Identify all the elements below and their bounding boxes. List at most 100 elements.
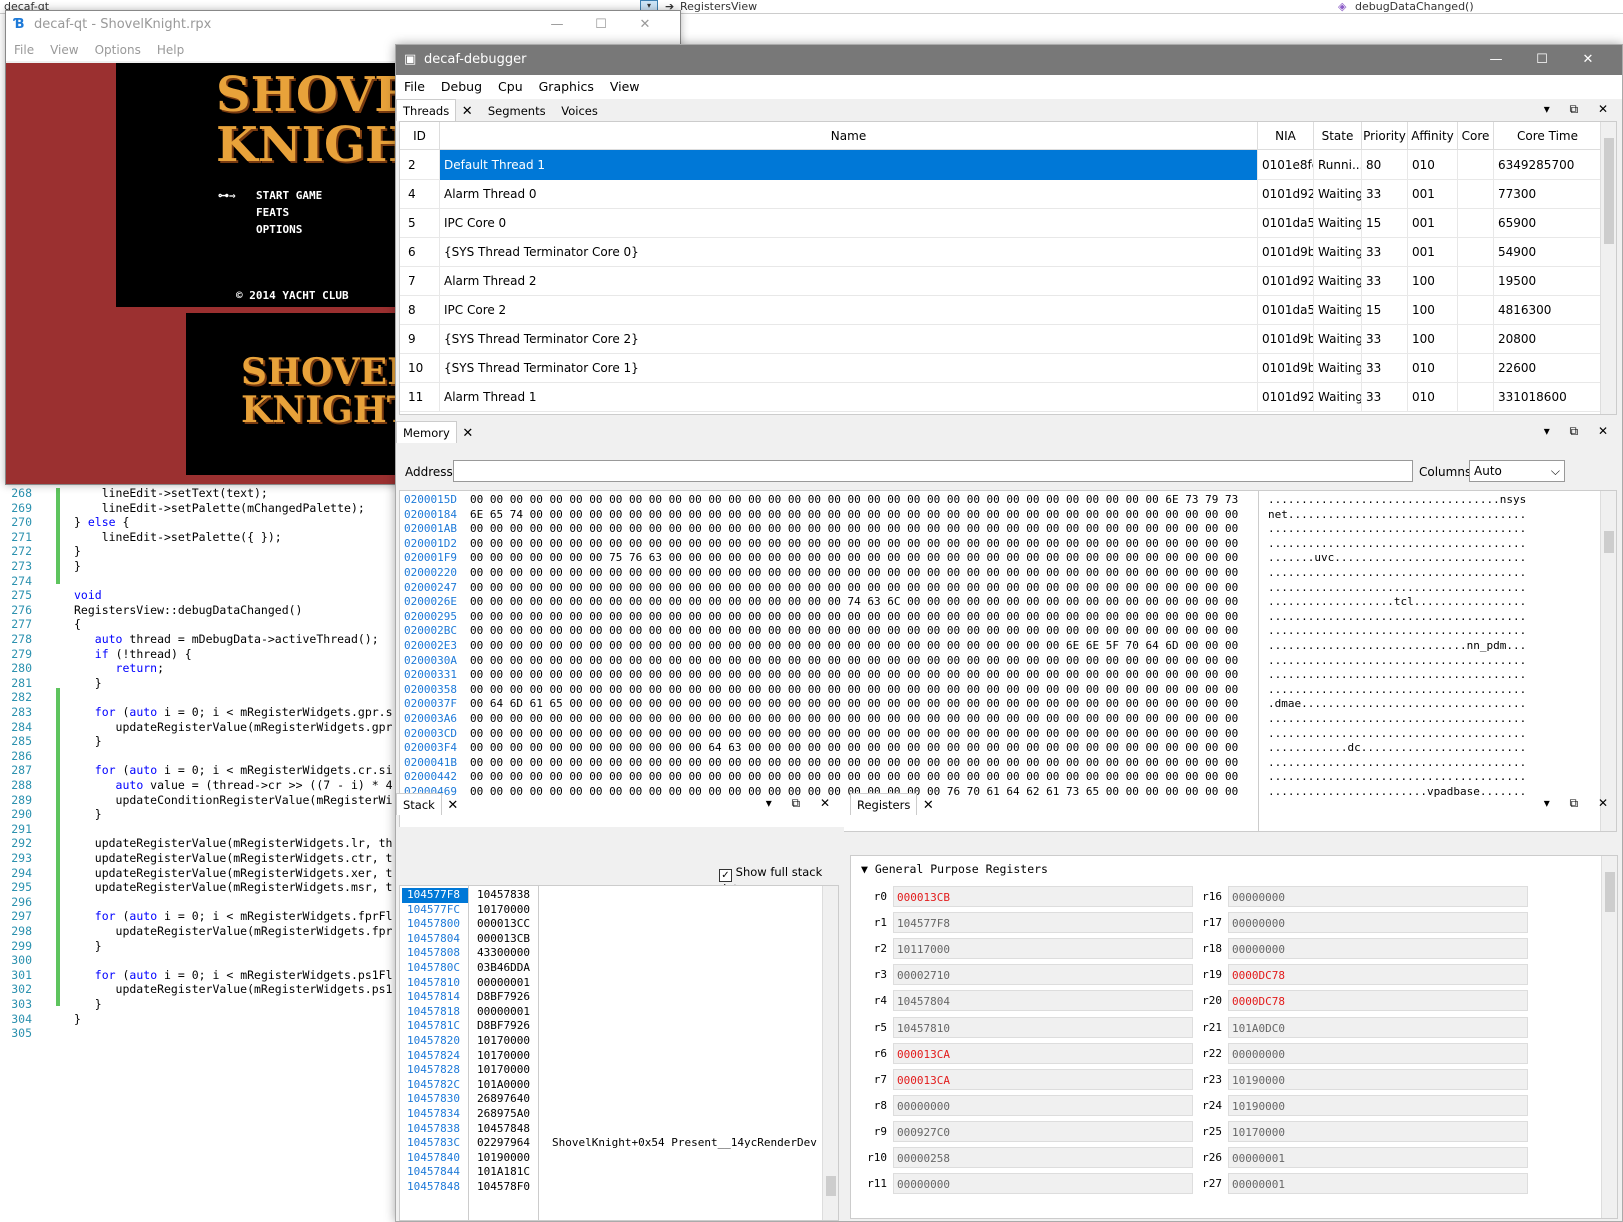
memory-row[interactable]: 02000184 6E 65 74 00 00 00 00 00 00 00 00… [400,508,1600,523]
code-line[interactable]: 298 updateRegisterValue(mRegisterWidgets… [0,924,400,939]
thread-row[interactable]: 6{SYS Thread Terminator Core 0}0101d9bcW… [400,237,1602,267]
code-line[interactable]: 303 } [0,997,400,1012]
code-line[interactable]: 297 for (auto i = 0; i < mRegisterWidget… [0,909,400,924]
memory-scrollbar[interactable] [1600,491,1616,831]
memory-row[interactable]: 02000295 00 00 00 00 00 00 00 00 00 00 00… [400,610,1600,625]
scroll-thumb[interactable] [826,1176,836,1196]
column-header[interactable]: Priority [1362,122,1408,150]
scroll-thumb[interactable] [1604,531,1614,553]
code-line[interactable]: 277 { [0,617,400,632]
stack-row[interactable]: 10457808 43300000 [400,946,820,961]
tab-memory[interactable]: Memory [396,421,457,443]
register-value-field[interactable]: 000013CB [893,886,1193,907]
memory-row[interactable]: 02000220 00 00 00 00 00 00 00 00 00 00 00… [400,566,1600,581]
code-line[interactable]: 286 [0,749,400,764]
code-editor[interactable]: 268 lineEdit->setText(text); 269 lineEdit… [0,486,400,1222]
code-line[interactable]: 282 [0,690,400,705]
stack-row[interactable]: 10457820 10170000 [400,1034,820,1049]
code-line[interactable]: 302 updateRegisterValue(mRegisterWidgets… [0,982,400,997]
memory-row[interactable]: 020001AB 00 00 00 00 00 00 00 00 00 00 00… [400,522,1600,537]
register-value-field[interactable]: 00000000 [893,1173,1193,1195]
register-value-field[interactable]: 00000258 [893,1147,1193,1168]
minimize-icon[interactable]: — [542,11,572,39]
code-line[interactable]: 293 updateRegisterValue(mRegisterWidgets… [0,851,400,866]
code-line[interactable]: 270} else { [0,515,400,530]
gpr-group-header[interactable]: ▼ General Purpose Registers [861,862,1048,876]
code-line[interactable]: 299 } [0,939,400,954]
menu-graphics[interactable]: Graphics [531,75,602,98]
stack-row[interactable]: 10457828 10170000 [400,1063,820,1078]
dock-buttons[interactable]: ▾ ⧉ ✕ [1544,424,1616,439]
stack-row[interactable]: 1045781C D8BF7926 [400,1019,820,1034]
memory-row[interactable]: 020002BC 00 00 00 00 00 00 00 00 00 00 00… [400,624,1600,639]
code-line[interactable]: 276 RegistersView::debugDataChanged() [0,603,400,618]
close-icon[interactable]: ✕ [630,11,660,39]
memory-row[interactable]: 020003F4 00 00 00 00 00 00 00 00 00 00 00… [400,741,1600,756]
threads-table[interactable]: ID Name NIA State Priority Affinity Core Core T… [399,121,1617,415]
memory-row[interactable]: 020003CD 00 00 00 00 00 00 00 00 00 00 00… [400,727,1600,742]
stack-row[interactable]: 10457834 268975A0 [400,1107,820,1122]
memory-view[interactable]: 02000469 00 00 00 00 00 00 00 00 00 00 00… [399,490,1617,832]
code-line[interactable]: 274 [0,574,400,589]
tab-registers[interactable]: Registers [850,793,918,815]
code-line[interactable]: 289 updateConditionRegisterValue(mRegist… [0,793,400,808]
registers-scrollbar[interactable] [1601,856,1617,1218]
menu-file[interactable]: File [6,39,42,61]
dock-buttons[interactable]: ▾ ⧉ ✕ [766,796,838,811]
memory-row[interactable]: 020001D2 00 00 00 00 00 00 00 00 00 00 00… [400,537,1600,552]
stack-scrollbar[interactable] [822,886,838,1220]
dock-buttons[interactable]: ▾ ⧉ ✕ [1544,796,1616,811]
menu-view[interactable]: View [602,75,648,98]
tab-voices[interactable]: Voices [555,100,604,122]
address-input[interactable] [453,460,1413,482]
code-line[interactable]: 271 lineEdit->setPalette({ }); [0,530,400,545]
memory-row[interactable]: 02000331 00 00 00 00 00 00 00 00 00 00 00… [400,668,1600,683]
memory-row[interactable]: 020001F9 00 00 00 00 00 00 00 75 76 63 00… [400,551,1600,566]
stack-row[interactable]: 10457838 10457848 [400,1122,820,1137]
register-value-field[interactable]: 000013CA [893,1042,1193,1064]
scroll-thumb[interactable] [1604,138,1614,244]
register-value-field[interactable]: 0000DC78 [1228,964,1528,986]
register-value-field[interactable]: 10457804 [893,990,1193,1012]
thread-row[interactable]: 9{SYS Thread Terminator Core 2}0101d9bcW… [400,324,1602,354]
memory-row[interactable]: 020003A6 00 00 00 00 00 00 00 00 00 00 00… [400,712,1600,727]
code-line[interactable]: 268 lineEdit->setText(text); [0,486,400,501]
stack-view[interactable]: 104577F8 10457838 104577FC 10170000 10457800… [399,885,839,1221]
register-value-field[interactable]: 00000000 [1228,938,1528,960]
code-line[interactable]: 292 updateRegisterValue(mRegisterWidgets… [0,836,400,851]
minimize-icon[interactable]: — [1476,45,1516,75]
stack-row[interactable]: 10457848 104578F0 [400,1180,820,1195]
register-value-field[interactable]: 000927C0 [893,1120,1193,1142]
menu-cpu[interactable]: Cpu [490,75,531,98]
code-line[interactable]: 288 auto value = (thread->cr >> ((7 - i)… [0,778,400,793]
memory-row[interactable]: 0200015D 00 00 00 00 00 00 00 00 00 00 00… [400,493,1600,508]
code-line[interactable]: 272} [0,544,400,559]
register-value-field[interactable]: 10170000 [1228,1120,1528,1142]
register-value-field[interactable]: 10117000 [893,938,1193,960]
memory-row[interactable]: 02000442 00 00 00 00 00 00 00 00 00 00 00… [400,770,1600,785]
stack-row[interactable]: 10457824 10170000 [400,1049,820,1064]
register-value-field[interactable]: 00002710 [893,964,1193,986]
register-value-field[interactable]: 00000001 [1228,1173,1528,1195]
register-value-field[interactable]: 10457810 [893,1016,1193,1038]
thread-row[interactable]: 4Alarm Thread 00101d92cWaiting33001 77300 [400,179,1602,209]
column-header[interactable]: ID [400,122,440,150]
tab-threads[interactable]: Threads [396,99,457,121]
register-value-field[interactable]: 0000DC78 [1228,990,1528,1012]
code-line[interactable]: 291 [0,822,400,837]
stack-row[interactable]: 1045782C 101A0000 [400,1078,820,1093]
close-tab-icon[interactable]: ✕ [917,798,939,813]
code-line[interactable]: 296 [0,895,400,910]
code-line[interactable]: 279 if (!thread) { [0,647,400,662]
column-header[interactable]: Core [1458,122,1494,150]
debugger-window[interactable]: ▣ decaf-debugger — ☐ ✕ File Debug Cpu Graph… [395,44,1623,1222]
register-value-field[interactable]: 10190000 [1228,1068,1528,1090]
tab-segments[interactable]: Segments [482,100,552,122]
thread-row[interactable]: 10{SYS Thread Terminator Core 1}0101d9bc… [400,353,1602,383]
register-value-field[interactable]: 000013CA [893,1068,1193,1090]
column-header[interactable]: State [1314,122,1362,150]
stack-row[interactable]: 104577FC 10170000 [400,903,820,918]
menu-help[interactable]: Help [149,39,192,61]
stack-row[interactable]: 10457840 10190000 [400,1151,820,1166]
memory-row[interactable]: 02000247 00 00 00 00 00 00 00 00 00 00 00… [400,581,1600,596]
